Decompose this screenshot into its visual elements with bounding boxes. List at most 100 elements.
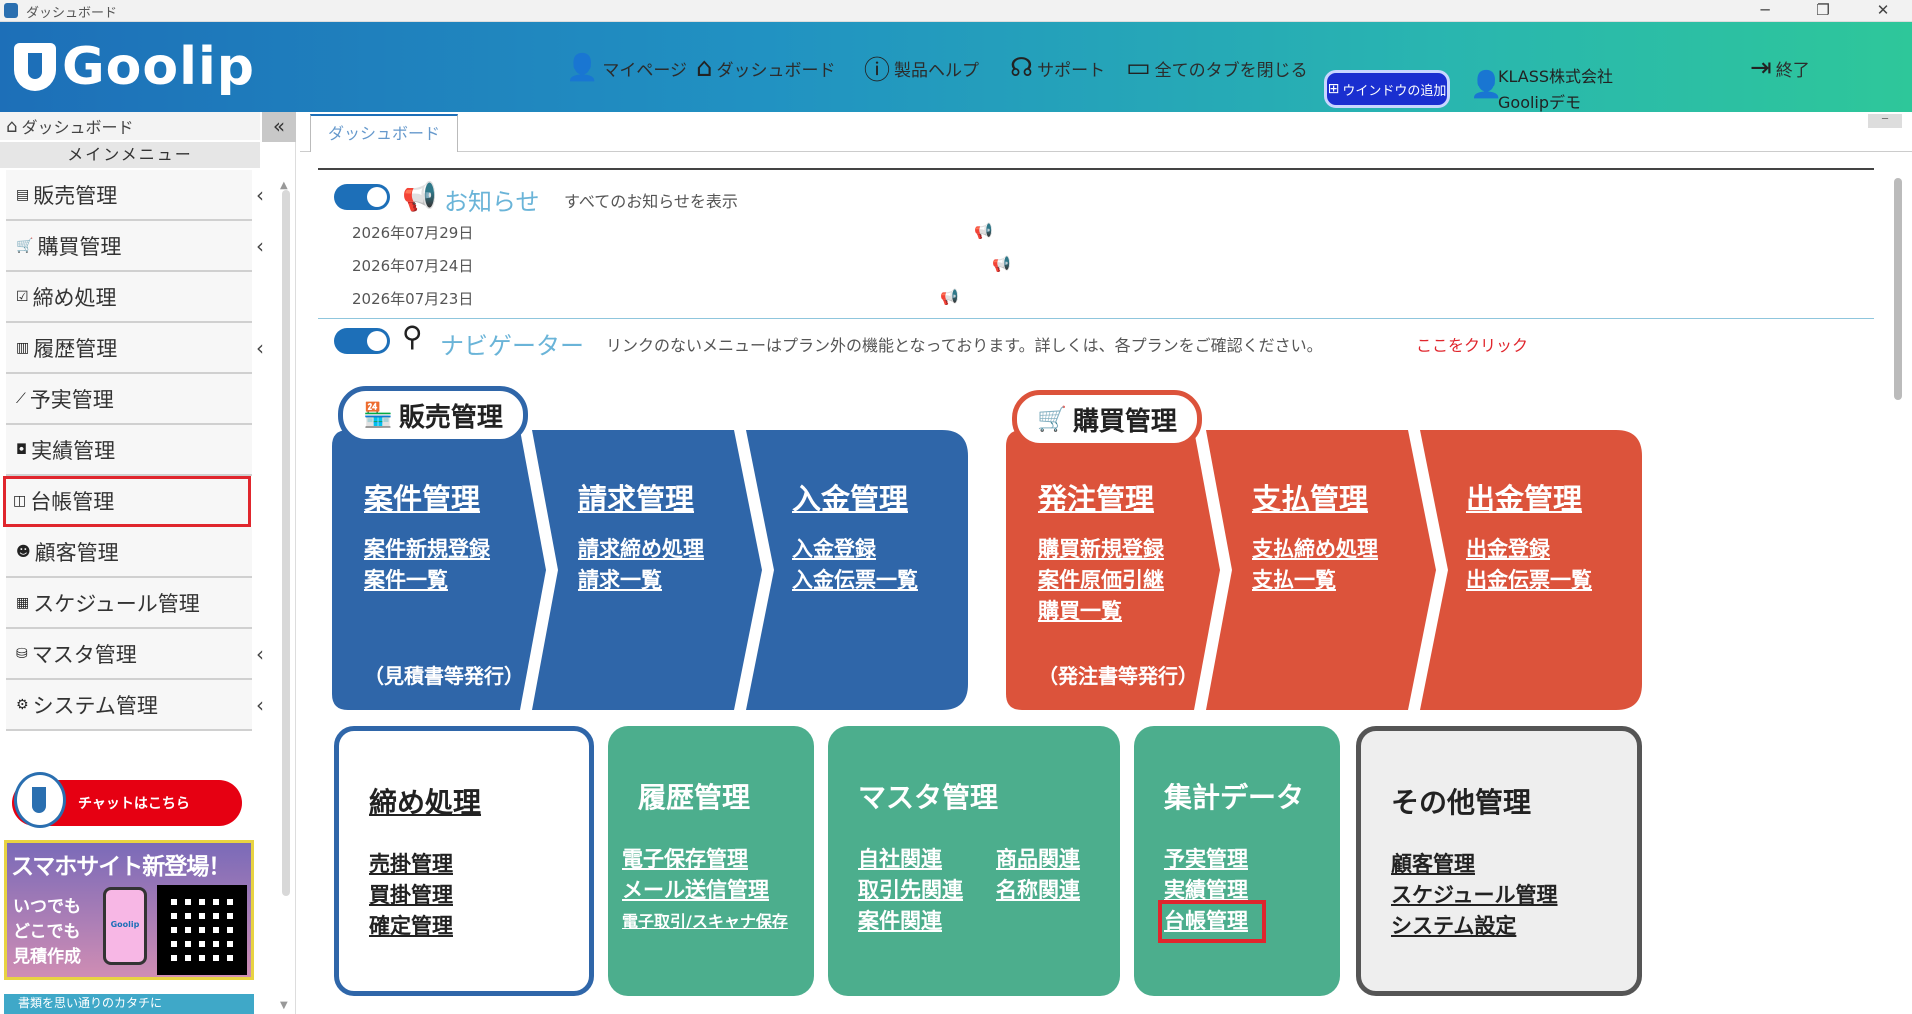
case-management-link[interactable]: 案件管理 [364, 476, 480, 518]
e-transaction-link[interactable]: 電子取引/スキャナ保存 [622, 906, 788, 937]
closing-title-link[interactable]: 締め処理 [369, 781, 481, 821]
goolip-logo[interactable]: Goolip [14, 36, 255, 98]
sidebar-collapse-button[interactable]: « [262, 112, 296, 142]
sidebar-item-history[interactable]: ▥ 履歴管理 ‹ [6, 323, 264, 374]
store-icon: 🏪 [363, 401, 393, 429]
bookmark-icon: ◘ [16, 441, 28, 458]
mail-history-link[interactable]: メール送信管理 [622, 875, 788, 906]
receivable-link[interactable]: 売掛管理 [369, 849, 453, 880]
system-settings-link[interactable]: システム設定 [1391, 911, 1558, 942]
click-here-link[interactable]: ここをクリック [1416, 332, 1528, 356]
sidebar-item-results[interactable]: ◘ 実績管理 [6, 425, 252, 476]
sidebar-home[interactable]: ⌂ ダッシュボード [0, 112, 260, 140]
sidebar-scrollbar[interactable] [282, 190, 290, 896]
notice-date[interactable]: 2026年07月24日 [352, 255, 473, 276]
door-exit-icon: ⇥ [1750, 53, 1772, 83]
invoice-list-link[interactable]: 請求一覧 [578, 565, 704, 596]
exit-button[interactable]: ⇥ 終了 [1750, 50, 1810, 86]
cost-transfer-link[interactable]: 案件原価引継 [1038, 565, 1164, 596]
invoice-management-link[interactable]: 請求管理 [578, 476, 694, 518]
name-related-link[interactable]: 名称関連 [996, 875, 1080, 906]
payment-management-link[interactable]: 支払管理 [1252, 476, 1368, 518]
show-all-notices-link[interactable]: すべてのお知らせを表示 [564, 188, 738, 212]
scroll-down-icon[interactable]: ▼ [280, 1000, 288, 1011]
nav-close-all-tabs[interactable]: ▭ 全てのタブを閉じる [1126, 50, 1308, 86]
sidebar-item-system[interactable]: ⚙ システム管理 ‹ [6, 680, 264, 731]
history-title: 履歴管理 [638, 781, 751, 814]
master-links-left: 自社関連 取引先関連 案件関連 [858, 844, 963, 937]
sp-banner-title: スマホサイト新登場！ [11, 854, 231, 880]
purchase-list-link[interactable]: 購買一覧 [1038, 596, 1164, 627]
users-icon: ☻ [16, 543, 31, 560]
confirm-link[interactable]: 確定管理 [369, 911, 453, 942]
customer-link[interactable]: 顧客管理 [1391, 849, 1558, 880]
logo-text: Goolip [62, 37, 256, 97]
close-button[interactable]: ✕ [1860, 0, 1906, 22]
case-foot-note: （見積書等発行） [364, 664, 524, 688]
nav-mypage[interactable]: 👤 マイページ [566, 50, 687, 86]
receipt-register-link[interactable]: 入金登録 [792, 534, 918, 565]
main-scrollbar[interactable] [1894, 178, 1902, 400]
withdrawal-slip-list-link[interactable]: 出金伝票一覧 [1466, 565, 1592, 596]
navigator-toggle[interactable] [334, 328, 390, 354]
purchase-register-link[interactable]: 購買新規登録 [1038, 534, 1164, 565]
sidebar-item-closing[interactable]: ☑ 締め処理 [6, 272, 252, 323]
sidebar-item-label: 台帳管理 [30, 489, 115, 514]
e-storage-link[interactable]: 電子保存管理 [622, 844, 788, 875]
sidebar-item-label: 実績管理 [31, 438, 116, 463]
schedule-link[interactable]: スケジュール管理 [1391, 880, 1558, 911]
payment-list-link[interactable]: 支払一覧 [1252, 565, 1378, 596]
payable-link[interactable]: 買掛管理 [369, 880, 453, 911]
case-list-link[interactable]: 案件一覧 [364, 565, 490, 596]
sidebar-item-label: 顧客管理 [34, 540, 119, 565]
receipt-management-link[interactable]: 入金管理 [792, 476, 908, 518]
phone-logo: Goolip [110, 920, 140, 929]
main-menu: ▤ 販売管理 ‹ 🛒 購買管理 ‹ ☑ 締め処理 ▥ 履歴管理 ‹ ⟋ 予実管理 ◘ 実績管理 ◫… [3, 170, 264, 731]
invoice-closing-link[interactable]: 請求締め処理 [578, 534, 704, 565]
nav-support[interactable]: ☊ サポート [1010, 50, 1105, 86]
purchase-withdrawal-block: 出金管理 出金登録 出金伝票一覧 [1434, 430, 1634, 708]
megaphone-icon: 📢 [940, 288, 959, 306]
tab-minimize-button[interactable]: ─ [1868, 114, 1902, 128]
budget-link[interactable]: 予実管理 [1164, 844, 1260, 875]
product-related-link[interactable]: 商品関連 [996, 844, 1080, 875]
nav-help-label: 製品ヘルプ [894, 60, 980, 81]
sidebar-item-purchase[interactable]: 🛒 購買管理 ‹ [6, 221, 264, 272]
sidebar-item-label: 販売管理 [33, 183, 118, 208]
user-info[interactable]: 👤 KLASS株式会社 Goolipデモ [1470, 64, 1613, 116]
company-related-link[interactable]: 自社関連 [858, 844, 963, 875]
nav-dashboard[interactable]: ⌂ ダッシュボード [696, 50, 836, 86]
cart-icon: 🛒 [1037, 405, 1067, 433]
nav-product-help[interactable]: ⓘ 製品ヘルプ [864, 50, 979, 86]
sidebar-item-customers[interactable]: ☻ 顧客管理 [6, 527, 252, 578]
add-window-button[interactable]: ⊞ ウインドウの追加 [1324, 70, 1450, 108]
order-management-link[interactable]: 発注管理 [1038, 476, 1154, 518]
exit-label: 終了 [1775, 60, 1810, 81]
bottom-banner[interactable]: 書類を思い通りのカタチに [4, 994, 254, 1014]
sidebar-item-budget[interactable]: ⟋ 予実管理 [6, 374, 252, 425]
partner-related-link[interactable]: 取引先関連 [858, 875, 963, 906]
restore-button[interactable]: ❐ [1800, 0, 1846, 22]
ledger-link[interactable]: 台帳管理 [1158, 900, 1266, 943]
receipt-slip-list-link[interactable]: 入金伝票一覧 [792, 565, 918, 596]
tab-dashboard[interactable]: ダッシュボード [310, 114, 458, 152]
sidebar-item-sales[interactable]: ▤ 販売管理 ‹ [6, 170, 264, 221]
results-link[interactable]: 実績管理 [1164, 875, 1260, 906]
minimize-button[interactable]: ─ [1742, 0, 1788, 22]
navigator-note: リンクのないメニューはプラン外の機能となっております。詳しくは、各プランをご確認… [606, 336, 1323, 355]
sidebar-item-ledger[interactable]: ◫ 台帳管理 [3, 476, 251, 527]
notice-date[interactable]: 2026年07月29日 [352, 222, 473, 243]
withdrawal-register-link[interactable]: 出金登録 [1466, 534, 1592, 565]
goolip-logo-mark-icon [14, 43, 56, 91]
payment-closing-link[interactable]: 支払締め処理 [1252, 534, 1378, 565]
withdrawal-management-link[interactable]: 出金管理 [1466, 476, 1582, 518]
notices-toggle[interactable] [334, 184, 390, 210]
sidebar-item-schedule[interactable]: ▦ スケジュール管理 [6, 578, 252, 629]
case-register-link[interactable]: 案件新規登録 [364, 534, 490, 565]
notice-date[interactable]: 2026年07月23日 [352, 288, 473, 309]
user-tie-icon: 👤 [1470, 70, 1503, 100]
case-related-link[interactable]: 案件関連 [858, 906, 963, 937]
smartphone-site-banner[interactable]: スマホサイト新登場！ いつでも どこでも 見積作成 Goolip [4, 840, 254, 980]
sidebar-item-master[interactable]: ⛁ マスタ管理 ‹ [6, 629, 264, 680]
book-icon: ▥ [16, 339, 30, 356]
